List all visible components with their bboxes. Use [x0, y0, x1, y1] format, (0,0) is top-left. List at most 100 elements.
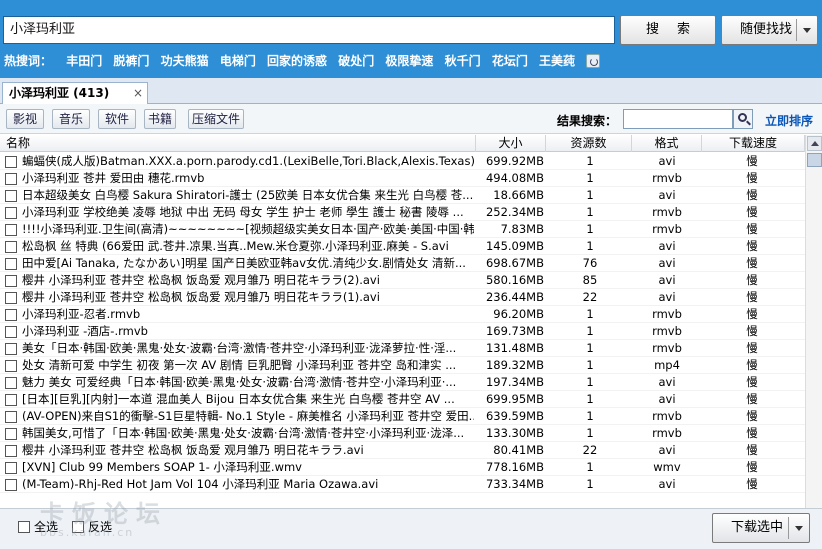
- table-row[interactable]: (M-Team)-Rhj-Red Hot Jam Vol 104 小泽玛利亚 M…: [0, 476, 805, 493]
- row-checkbox[interactable]: [5, 360, 17, 372]
- row-checkbox[interactable]: [5, 156, 17, 168]
- random-search-button[interactable]: 随便找找: [721, 15, 818, 45]
- row-checkbox[interactable]: [5, 190, 17, 202]
- table-row[interactable]: 樱井 小泽玛利亚 苍井空 松岛枫 饭岛爱 观月雏乃 明日花キララ.avi 80.4…: [0, 442, 805, 459]
- hot-keyword[interactable]: 破处门: [338, 54, 374, 68]
- sort-now-link[interactable]: 立即排序: [765, 112, 813, 129]
- hot-keyword[interactable]: 秋千门: [445, 54, 481, 68]
- hot-keyword[interactable]: 丰田门: [66, 54, 102, 68]
- column-header-name[interactable]: 名称: [0, 135, 476, 152]
- result-search-input[interactable]: [623, 109, 733, 129]
- row-checkbox[interactable]: [5, 275, 17, 287]
- hot-keyword[interactable]: 功夫熊猫: [161, 54, 209, 68]
- random-search-label: 随便找找: [740, 22, 793, 37]
- row-checkbox[interactable]: [5, 445, 17, 457]
- search-button[interactable]: 搜索: [620, 15, 716, 45]
- table-row[interactable]: 处女 清新可爱 中学生 初夜 第一次 AV 剧情 巨乳肥臀 小泽玛利亚 苍井空 …: [0, 357, 805, 374]
- column-header-format[interactable]: 格式: [632, 135, 702, 152]
- table-row[interactable]: 韩国美女,可惜了「日本·韩国·欧美·黑鬼·处女·波霸·台湾·激情·苍井空·小泽玛…: [0, 425, 805, 442]
- download-speed: 慢: [746, 375, 758, 389]
- download-speed: 慢: [746, 426, 758, 440]
- row-checkbox[interactable]: [5, 479, 17, 491]
- file-format: avi: [658, 477, 676, 491]
- file-format: avi: [658, 392, 676, 406]
- download-speed: 慢: [746, 358, 758, 372]
- table-row[interactable]: 蝙蝠侠(成人版)Batman.XXX.a.porn.parody.cd1.(Le…: [0, 153, 805, 170]
- download-selected-button[interactable]: 下载选中: [712, 513, 810, 543]
- hot-keyword[interactable]: 王美莼: [539, 54, 575, 68]
- table-row[interactable]: 樱井 小泽玛利亚 苍井空 松岛枫 饭岛爱 观月雏乃 明日花キララ(1).avi 2…: [0, 289, 805, 306]
- column-header-size[interactable]: 大小: [476, 135, 546, 152]
- row-checkbox[interactable]: [5, 428, 17, 440]
- column-header-speed[interactable]: 下载速度: [702, 135, 805, 152]
- scroll-thumb[interactable]: [807, 153, 822, 167]
- search-input[interactable]: 小泽玛利亚: [3, 16, 615, 44]
- column-header-resources[interactable]: 资源数: [546, 135, 632, 152]
- footer-bar: 全选 反选 下载选中: [0, 508, 822, 549]
- table-row[interactable]: 樱井 小泽玛利亚 苍井空 松岛枫 饭岛爱 观月雏乃 明日花キララ(2).avi 5…: [0, 272, 805, 289]
- resource-count: 1: [586, 426, 594, 440]
- download-speed: 慢: [746, 307, 758, 321]
- table-row[interactable]: !!!!小泽玛利亚.卫生间(高清)~~~~~~~~[视频超级实美女日本·国产·欧…: [0, 221, 805, 238]
- table-row[interactable]: 魅力 美女 可爱经典「日本·韩国·欧美·黑鬼·处女·波霸·台湾·激情·苍井空·小…: [0, 374, 805, 391]
- table-body: 蝙蝠侠(成人版)Batman.XXX.a.porn.parody.cd1.(Le…: [0, 153, 805, 493]
- filter-music-button[interactable]: 音乐: [52, 109, 90, 129]
- row-checkbox[interactable]: [5, 377, 17, 389]
- row-checkbox[interactable]: [5, 224, 17, 236]
- table-row[interactable]: 小泽玛利亚 学校绝美 凌辱 地狱 中出 无码 母女 学生 护士 老师 學生 護士…: [0, 204, 805, 221]
- select-all-label[interactable]: 全选: [34, 518, 58, 535]
- vertical-scrollbar[interactable]: [805, 135, 822, 508]
- row-checkbox[interactable]: [5, 309, 17, 321]
- file-name: 小泽玛利亚 学校绝美 凌辱 地狱 中出 无码 母女 学生 护士 老师 學生 護士…: [22, 205, 464, 219]
- scroll-up-icon[interactable]: [807, 136, 822, 151]
- filter-books-button[interactable]: 书籍: [144, 109, 176, 129]
- download-selected-label: 下载选中: [731, 520, 784, 535]
- file-size: 494.08MB: [485, 171, 544, 185]
- download-speed: 慢: [746, 222, 758, 236]
- file-name: 田中爱[Ai Tanaka, たなかあい]明星 国产日美欧亚韩av女优.清纯少女…: [22, 256, 466, 270]
- row-checkbox[interactable]: [5, 394, 17, 406]
- table-row[interactable]: (AV-OPEN)来自S1的衝擊-S1巨星特輯- No.1 Style - 麻美…: [0, 408, 805, 425]
- resource-count: 1: [586, 154, 594, 168]
- hot-keyword[interactable]: 回家的诱惑: [267, 54, 327, 68]
- table-row[interactable]: 小泽玛利亚-忍者.rmvb 96.20MB 1 rmvb 慢: [0, 306, 805, 323]
- tab-search-result[interactable]: 小泽玛利亚 (413) ×: [2, 82, 148, 105]
- row-checkbox[interactable]: [5, 292, 17, 304]
- table-row[interactable]: 小泽玛利亚 苍井 爱田由 穗花.rmvb 494.08MB 1 rmvb 慢: [0, 170, 805, 187]
- row-checkbox[interactable]: [5, 462, 17, 474]
- chevron-down-icon[interactable]: [803, 28, 811, 33]
- file-size: 169.73MB: [485, 324, 544, 338]
- row-checkbox[interactable]: [5, 326, 17, 338]
- row-checkbox[interactable]: [5, 173, 17, 185]
- row-checkbox[interactable]: [5, 258, 17, 270]
- table-row[interactable]: [XVN] Club 99 Members SOAP 1- 小泽玛利亚.wmv 7…: [0, 459, 805, 476]
- table-row[interactable]: 田中爱[Ai Tanaka, たなかあい]明星 国产日美欧亚韩av女优.清纯少女…: [0, 255, 805, 272]
- row-checkbox[interactable]: [5, 207, 17, 219]
- chevron-down-icon[interactable]: [795, 526, 803, 531]
- hot-keyword[interactable]: 脱裤门: [113, 54, 149, 68]
- close-icon[interactable]: ×: [133, 83, 143, 103]
- top-bar: 小泽玛利亚 搜索 随便找找 热搜词： 丰田门 脱裤门 功夫熊猫 电梯门 回家的诱…: [0, 0, 822, 78]
- select-all-checkbox[interactable]: [18, 521, 30, 533]
- file-name: [日本][巨乳][内射]一本道 混血美人 Bijou 日本女优合集 来生光 白鸟…: [22, 392, 455, 406]
- hot-keyword[interactable]: 电梯门: [220, 54, 256, 68]
- row-checkbox[interactable]: [5, 241, 17, 253]
- filter-archive-button[interactable]: 压缩文件: [188, 109, 244, 129]
- download-speed: 慢: [746, 324, 758, 338]
- tab-label: 小泽玛利亚 (413): [9, 86, 110, 100]
- invert-selection-checkbox[interactable]: [72, 521, 84, 533]
- table-row[interactable]: [日本][巨乳][内射]一本道 混血美人 Bijou 日本女优合集 来生光 白鸟…: [0, 391, 805, 408]
- hot-keyword[interactable]: 极限挚速: [385, 54, 433, 68]
- row-checkbox[interactable]: [5, 343, 17, 355]
- refresh-icon[interactable]: [586, 54, 601, 68]
- table-row[interactable]: 日本超级美女 白鸟樱 Sakura Shiratori-護士 (25欧美 日本女…: [0, 187, 805, 204]
- filter-video-button[interactable]: 影视: [6, 109, 44, 129]
- invert-selection-label[interactable]: 反选: [88, 518, 112, 535]
- table-row[interactable]: 美女「日本·韩国·欧美·黑鬼·处女·波霸·台湾·激情·苍井空·小泽玛利亚·泷泽萝…: [0, 340, 805, 357]
- result-search-button[interactable]: [733, 109, 753, 129]
- table-row[interactable]: 松岛枫 丝 特典 (66爱田 武.苍井.凉果.当真..Mew.米仓夏弥.小泽玛利…: [0, 238, 805, 255]
- hot-keyword[interactable]: 花坛门: [492, 54, 528, 68]
- row-checkbox[interactable]: [5, 411, 17, 423]
- filter-software-button[interactable]: 软件: [98, 109, 136, 129]
- table-row[interactable]: 小泽玛利亚 -酒店-.rmvb 169.73MB 1 rmvb 慢: [0, 323, 805, 340]
